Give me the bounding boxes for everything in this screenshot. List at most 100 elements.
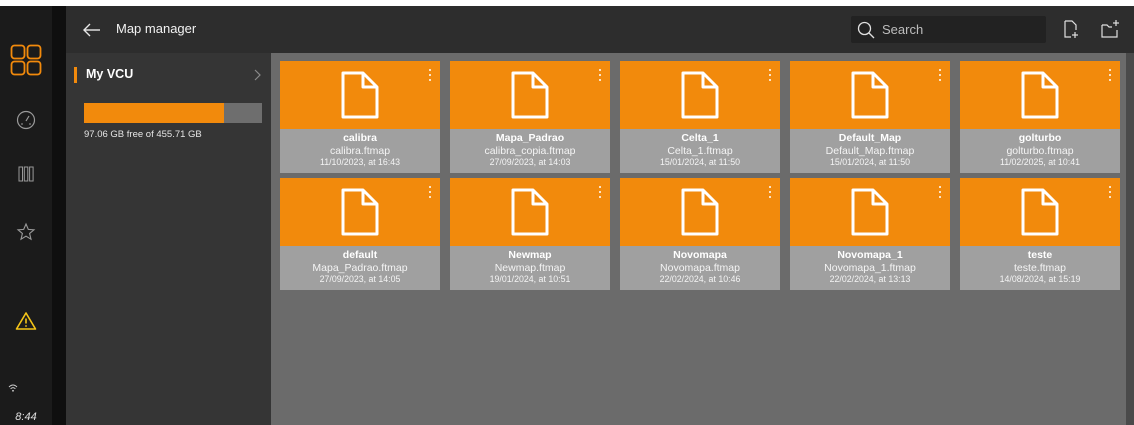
more-options-icon[interactable]: [1105, 67, 1115, 83]
device-frame: 8:44 Map manager Search My VCU 97.06 GB …: [0, 6, 1134, 425]
map-card-thumbnail: [790, 178, 950, 246]
map-card-info: Mapa_Padrao calibra_copia.ftmap 27/09/20…: [450, 129, 610, 173]
search-box[interactable]: [851, 16, 1046, 43]
map-card-info: Default_Map Default_Map.ftmap 15/01/2024…: [790, 129, 950, 173]
map-card[interactable]: default Mapa_Padrao.ftmap 27/09/2023, at…: [280, 178, 440, 290]
storage-free-text: 97.06 GB free of 455.71 GB: [84, 129, 202, 140]
document-icon: [851, 71, 889, 119]
map-card[interactable]: golturbo golturbo.ftmap 11/02/2025, at 1…: [960, 61, 1120, 173]
document-icon: [1021, 71, 1059, 119]
map-card-thumbnail: [620, 61, 780, 129]
map-grid-panel: calibra calibra.ftmap 11/10/2023, at 16:…: [271, 53, 1126, 425]
map-card-info: default Mapa_Padrao.ftmap 27/09/2023, at…: [280, 246, 440, 290]
map-modified-date: 27/09/2023, at 14:03: [489, 157, 571, 167]
search-icon: [857, 21, 875, 38]
search-input[interactable]: [880, 21, 1044, 38]
map-name: golturbo: [1018, 132, 1062, 144]
map-filename: Novomapa.ftmap: [660, 261, 740, 274]
map-modified-date: 22/02/2024, at 13:13: [829, 274, 911, 284]
map-card[interactable]: teste teste.ftmap 14/08/2024, at 15:19: [960, 178, 1120, 290]
map-modified-date: 27/09/2023, at 14:05: [319, 274, 401, 284]
nav-gauges[interactable]: [0, 106, 52, 134]
map-card[interactable]: Novomapa_1 Novomapa_1.ftmap 22/02/2024, …: [790, 178, 950, 290]
more-options-icon[interactable]: [765, 184, 775, 200]
clock: 8:44: [15, 411, 37, 423]
nav-rail: 8:44: [0, 6, 52, 425]
map-card-thumbnail: [620, 178, 780, 246]
map-card[interactable]: Celta_1 Celta_1.ftmap 15/01/2024, at 11:…: [620, 61, 780, 173]
back-arrow-icon[interactable]: [80, 18, 104, 42]
map-name: Mapa_Padrao: [495, 132, 565, 144]
speedometer-icon: [16, 110, 36, 130]
new-folder-icon[interactable]: [1099, 18, 1121, 40]
document-icon: [511, 71, 549, 119]
map-card-info: Celta_1 Celta_1.ftmap 15/01/2024, at 11:…: [620, 129, 780, 173]
warning-icon: [15, 312, 37, 330]
map-card[interactable]: Default_Map Default_Map.ftmap 15/01/2024…: [790, 61, 950, 173]
map-card-info: golturbo golturbo.ftmap 11/02/2025, at 1…: [960, 129, 1120, 173]
document-icon: [511, 188, 549, 236]
wifi-icon: [8, 384, 18, 392]
map-manager-app: Map manager Search My VCU 97.06 GB free …: [66, 6, 1134, 425]
map-modified-date: 14/08/2024, at 15:19: [999, 274, 1081, 284]
rail-divider: [52, 6, 66, 425]
map-card-info: Newmap Newmap.ftmap 19/01/2024, at 10:51: [450, 246, 610, 290]
more-options-icon[interactable]: [595, 184, 605, 200]
map-card[interactable]: Novomapa Novomapa.ftmap 22/02/2024, at 1…: [620, 178, 780, 290]
nav-columns[interactable]: [0, 160, 52, 188]
map-name: Novomapa_1: [837, 249, 903, 261]
more-options-icon[interactable]: [425, 184, 435, 200]
more-options-icon[interactable]: [595, 67, 605, 83]
storage-sidebar: My VCU 97.06 GB free of 455.71 GB: [66, 53, 271, 425]
map-name: calibra: [343, 132, 377, 144]
map-card-thumbnail: [280, 61, 440, 129]
document-icon: [341, 188, 379, 236]
sidebar-item-my-vcu[interactable]: My VCU: [66, 61, 271, 89]
more-options-icon[interactable]: [935, 184, 945, 200]
map-filename: Newmap.ftmap: [494, 261, 566, 274]
star-icon: [16, 222, 36, 241]
map-card[interactable]: Newmap Newmap.ftmap 19/01/2024, at 10:51: [450, 178, 610, 290]
map-modified-date: 22/02/2024, at 10:46: [659, 274, 741, 284]
map-card-thumbnail: [790, 61, 950, 129]
map-name: default: [342, 249, 378, 261]
map-modified-date: 15/01/2024, at 11:50: [659, 157, 741, 167]
map-filename: Novomapa_1.ftmap: [824, 261, 916, 274]
document-icon: [681, 71, 719, 119]
sidebar-item-label: My VCU: [86, 67, 134, 81]
map-filename: Celta_1.ftmap: [667, 144, 733, 157]
new-file-icon[interactable]: [1060, 18, 1082, 40]
page-title: Map manager: [116, 21, 197, 36]
map-filename: teste.ftmap: [1014, 261, 1066, 274]
map-filename: calibra.ftmap: [329, 144, 391, 157]
grid-apps-icon: [10, 44, 42, 76]
map-card-thumbnail: [280, 178, 440, 246]
map-name: Celta_1: [681, 132, 719, 144]
wifi-status: [0, 380, 52, 396]
more-options-icon[interactable]: [765, 67, 775, 83]
map-card-thumbnail: [450, 61, 610, 129]
top-bar: Map manager: [66, 6, 1134, 53]
map-card-info: calibra calibra.ftmap 11/10/2023, at 16:…: [280, 129, 440, 173]
map-card[interactable]: Mapa_Padrao calibra_copia.ftmap 27/09/20…: [450, 61, 610, 173]
map-modified-date: 11/02/2025, at 10:41: [999, 157, 1081, 167]
storage-usage-fill: [84, 103, 225, 123]
nav-warnings[interactable]: [0, 306, 52, 336]
map-modified-date: 11/10/2023, at 16:43: [319, 157, 401, 167]
more-options-icon[interactable]: [935, 67, 945, 83]
map-name: Newmap: [508, 249, 552, 261]
map-filename: Mapa_Padrao.ftmap: [312, 261, 408, 274]
nav-favorites[interactable]: [0, 218, 52, 246]
more-options-icon[interactable]: [1105, 184, 1115, 200]
more-options-icon[interactable]: [425, 67, 435, 83]
map-filename: calibra_copia.ftmap: [484, 144, 576, 157]
document-icon: [851, 188, 889, 236]
map-name: teste: [1027, 249, 1053, 261]
map-card[interactable]: calibra calibra.ftmap 11/10/2023, at 16:…: [280, 61, 440, 173]
nav-dashboard-grid[interactable]: [0, 42, 52, 78]
document-icon: [681, 188, 719, 236]
map-card-info: Novomapa Novomapa.ftmap 22/02/2024, at 1…: [620, 246, 780, 290]
map-card-thumbnail: [450, 178, 610, 246]
storage-usage-bar: [84, 103, 262, 123]
columns-icon: [18, 166, 34, 182]
